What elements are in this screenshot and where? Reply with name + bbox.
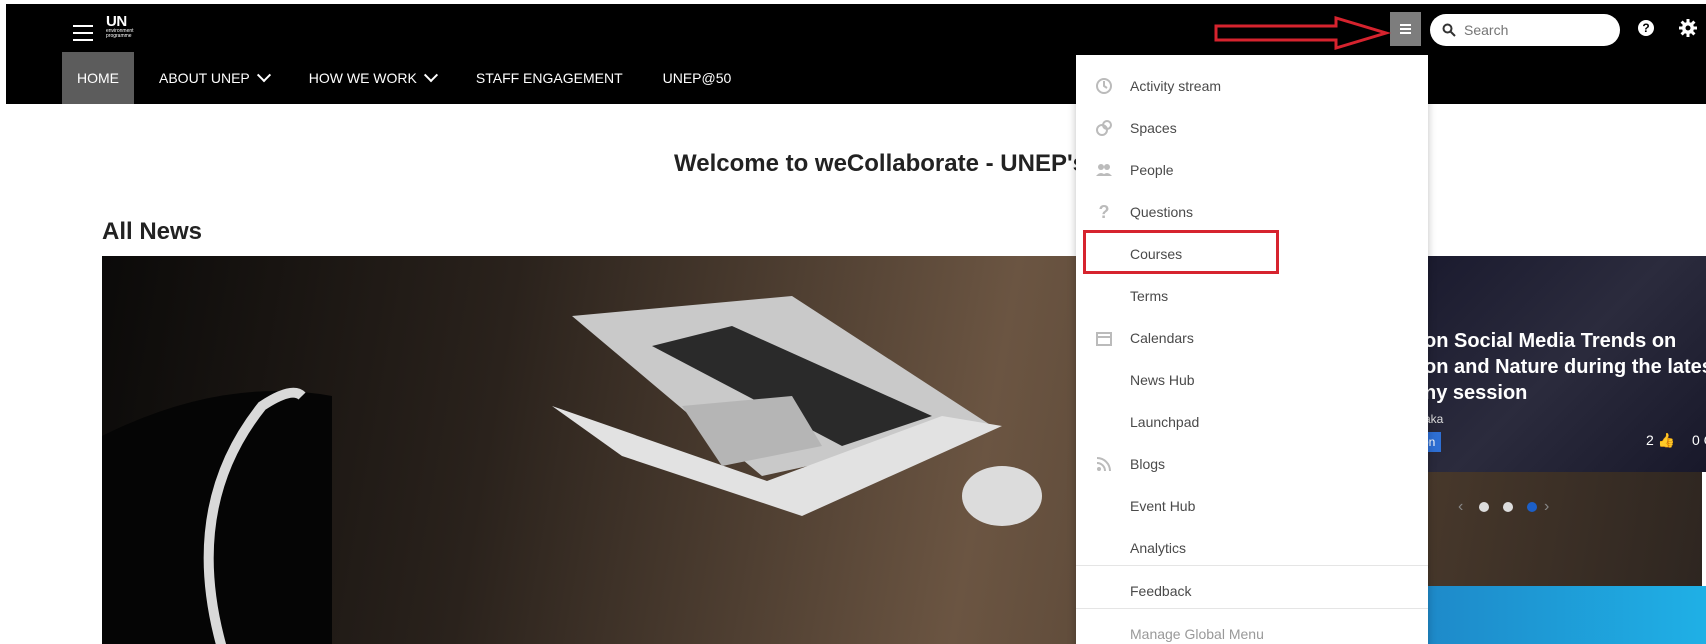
nav-about-unep[interactable]: ABOUT UNEP (144, 52, 284, 104)
menu-item-label: Activity stream (1130, 78, 1222, 94)
menu-item-label: Spaces (1130, 120, 1177, 136)
hamburger-menu-icon[interactable] (70, 20, 96, 46)
menu-item-analytics[interactable]: Analytics (1076, 527, 1428, 569)
people-icon (1094, 160, 1114, 180)
question-icon: ? (1098, 201, 1110, 222)
logo-text: UN (106, 13, 127, 30)
slide-title-line: on Social Media Trends on (1424, 330, 1677, 352)
slide-title-line: on and Nature during the latest (1424, 356, 1706, 378)
carousel-dot-active[interactable] (1527, 502, 1537, 512)
help-icon[interactable]: ? (1638, 20, 1654, 36)
menu-item-spaces[interactable]: Spaces (1076, 107, 1428, 149)
nav-home[interactable]: HOME (62, 52, 134, 104)
menu-item-people[interactable]: People (1076, 149, 1428, 191)
menu-item-news-hub[interactable]: News Hub (1076, 359, 1428, 401)
slide-title-line: ny session (1424, 382, 1528, 404)
menu-item-label: Terms (1130, 288, 1169, 304)
logo-subtitle: environment programme (106, 28, 134, 39)
menu-lines-icon (1400, 22, 1411, 36)
calendar-icon (1094, 328, 1114, 348)
chevron-down-icon (256, 68, 271, 83)
chevron-down-icon (423, 68, 438, 83)
menu-item-label: Feedback (1130, 583, 1192, 599)
search-box[interactable] (1430, 14, 1620, 46)
chevron-left-icon[interactable]: ‹ (1458, 498, 1472, 516)
nav-unep50[interactable]: UNEP@50 (648, 52, 747, 104)
clock-icon (1094, 76, 1114, 96)
menu-item-blogs[interactable]: Blogs (1076, 443, 1428, 485)
menu-item-label: Blogs (1130, 456, 1166, 472)
main-nav: HOME ABOUT UNEP HOW WE WORK STAFF ENGAGE… (62, 52, 756, 104)
carousel-controls: ‹ › (1458, 498, 1558, 516)
menu-item-label: Launchpad (1130, 414, 1200, 430)
menu-item-event-hub[interactable]: Event Hub (1076, 485, 1428, 527)
menu-divider (1076, 565, 1428, 566)
comments-count[interactable]: 0 C (1692, 432, 1706, 448)
search-icon (1442, 23, 1456, 37)
menu-item-calendars[interactable]: Calendars (1076, 317, 1428, 359)
nav-how-we-work[interactable]: HOW WE WORK (294, 52, 451, 104)
spaces-icon (1094, 118, 1114, 138)
gear-icon[interactable] (1678, 18, 1698, 38)
likes-count[interactable]: 2 👍 (1646, 432, 1675, 449)
likes-value: 2 (1646, 432, 1654, 448)
menu-item-label: Manage Global Menu (1130, 626, 1264, 642)
menu-item-manage-global-menu[interactable]: Manage Global Menu (1076, 613, 1428, 644)
menu-item-activity-stream[interactable]: Activity stream (1076, 65, 1428, 107)
global-menu-dropdown: Activity stream Spaces People ? Question… (1076, 55, 1428, 644)
nav-staff-engagement[interactable]: STAFF ENGAGEMENT (461, 52, 638, 104)
courses-highlight-annotation (1083, 230, 1279, 274)
news-card-image[interactable] (1416, 586, 1706, 644)
chevron-right-icon[interactable]: › (1544, 498, 1558, 516)
menu-item-label: People (1130, 162, 1174, 178)
menu-item-terms[interactable]: Terms (1076, 275, 1428, 317)
app-frame: UN environment programme HOME ABOUT UNEP… (6, 4, 1706, 644)
nav-home-label: HOME (77, 70, 119, 86)
thumbs-up-icon: 👍 (1657, 432, 1676, 448)
global-menu-button[interactable] (1390, 12, 1421, 46)
red-arrow-annotation (1214, 16, 1392, 50)
welcome-heading: Welcome to weCollaborate - UNEP's (674, 150, 1087, 177)
search-input[interactable] (1462, 21, 1616, 39)
nav-unep50-label: UNEP@50 (662, 70, 732, 86)
menu-divider (1076, 608, 1428, 609)
nav-about-label: ABOUT UNEP (159, 70, 250, 86)
menu-item-label: Analytics (1130, 540, 1187, 556)
nav-staff-label: STAFF ENGAGEMENT (475, 70, 623, 86)
menu-item-label: Calendars (1130, 330, 1194, 346)
nav-how-label: HOW WE WORK (308, 70, 417, 86)
carousel-dot[interactable] (1479, 502, 1489, 512)
menu-item-label: Event Hub (1130, 498, 1196, 514)
news-slide-card[interactable]: on Social Media Trends on on and Nature … (1416, 256, 1706, 472)
menu-item-questions[interactable]: ? Questions (1076, 191, 1428, 233)
top-bar: UN environment programme HOME ABOUT UNEP… (6, 4, 1706, 104)
carousel-dot[interactable] (1503, 502, 1513, 512)
blogs-icon (1094, 454, 1114, 474)
all-news-heading: All News (102, 218, 203, 245)
menu-item-label: Questions (1130, 204, 1194, 220)
menu-item-label: News Hub (1130, 372, 1195, 388)
menu-item-launchpad[interactable]: Launchpad (1076, 401, 1428, 443)
un-environment-logo[interactable]: UN environment programme (106, 14, 146, 46)
menu-item-feedback[interactable]: Feedback (1076, 570, 1428, 612)
slide-title: on Social Media Trends on on and Nature … (1424, 328, 1706, 406)
